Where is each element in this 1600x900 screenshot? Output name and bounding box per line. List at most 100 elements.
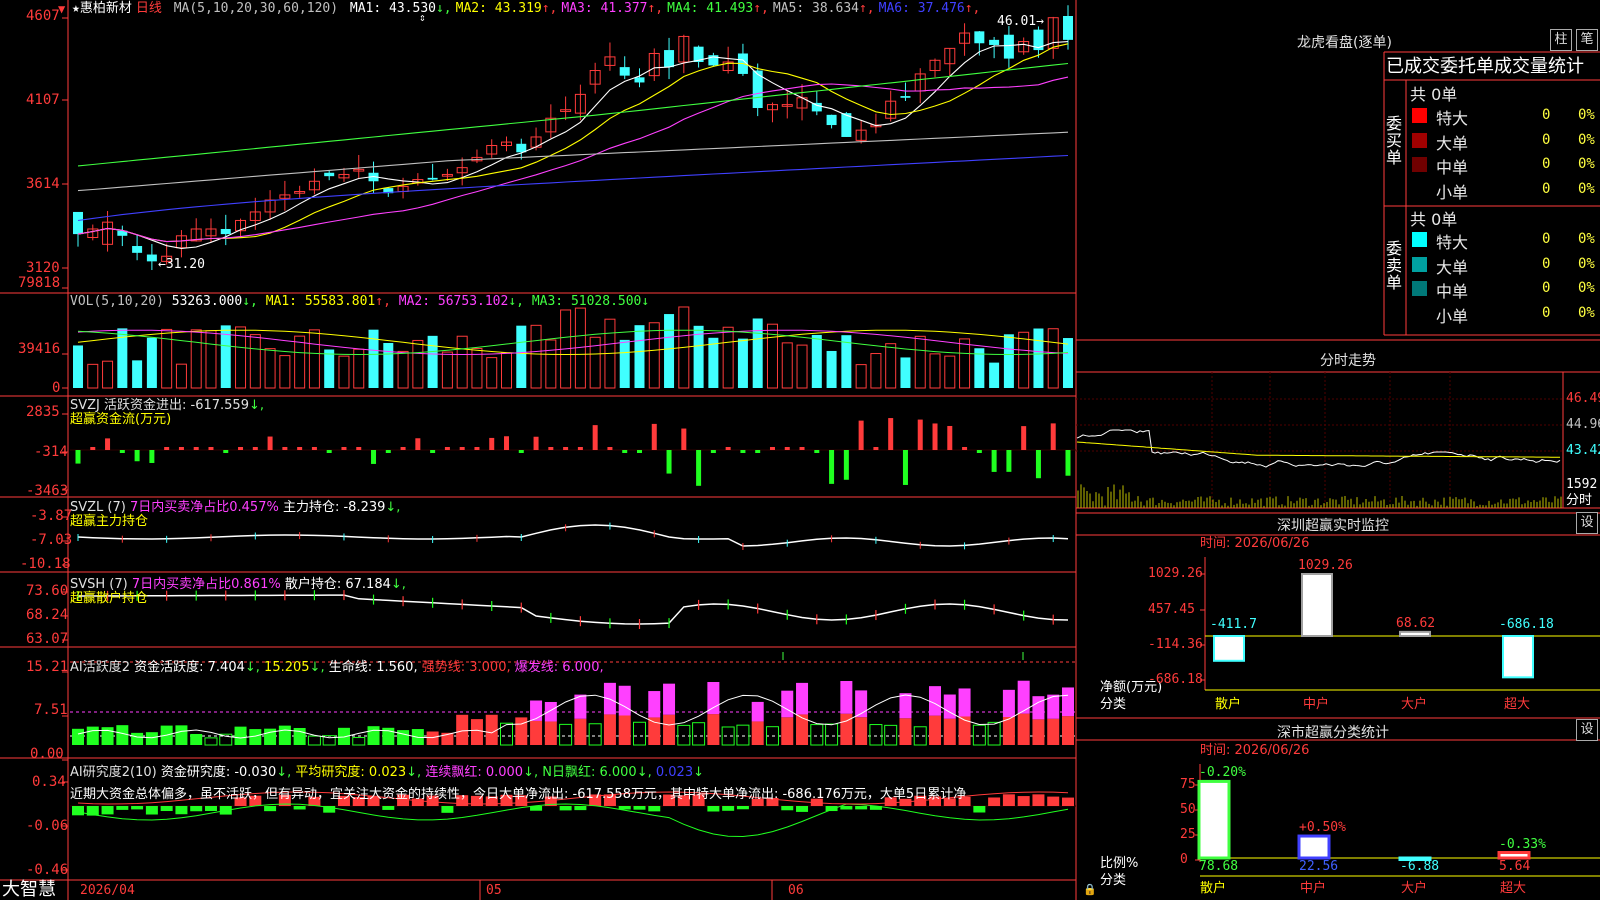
candle-body xyxy=(974,31,985,44)
fund-flow-bar xyxy=(873,447,879,450)
activity-bar-top xyxy=(707,682,720,715)
buy-color-swatch xyxy=(1412,181,1427,197)
szcy-value-label: -411.7 xyxy=(1210,617,1257,632)
activity-bar xyxy=(278,725,291,745)
fund-flow-bar xyxy=(681,428,687,450)
tick-mode-button[interactable]: 笔 xyxy=(1576,29,1598,51)
ma-trend-arrow: ↑, xyxy=(753,1,769,16)
stock-name[interactable]: 惠柏新材 xyxy=(80,1,132,16)
activity-bar xyxy=(456,714,469,745)
fenshi-tick-1: 46.49 xyxy=(1566,391,1600,406)
volume-bar xyxy=(146,337,157,388)
research-bar xyxy=(175,806,188,815)
svzj-subtitle: 超赢资金流(万元) xyxy=(70,412,172,427)
fenshi-title[interactable]: 分时走势 xyxy=(1320,350,1376,370)
bar-mode-button[interactable]: 柱 xyxy=(1550,29,1572,51)
szcy-category-label: 散户 xyxy=(1215,697,1242,712)
activity-bar xyxy=(958,716,971,745)
szcy-category-label: 中户 xyxy=(1303,697,1330,712)
activity-bar xyxy=(943,718,956,745)
fund-flow-bar xyxy=(769,447,775,450)
menu-arrow-icon[interactable]: ▼ xyxy=(58,2,65,16)
fund-flow-bar xyxy=(223,450,229,453)
fund-flow-bar xyxy=(385,450,391,453)
buy-row-pct: 0% xyxy=(1578,156,1595,172)
fund-flow-bar xyxy=(548,447,554,450)
ma-legend: MA1: 43.530↓, MA2: 43.319↑, MA3: 41.377↑, M… xyxy=(346,1,981,16)
fund-flow-bar xyxy=(651,423,657,450)
activity-line xyxy=(77,694,1069,739)
volume-bar xyxy=(264,348,276,389)
volume-bar xyxy=(338,355,350,389)
ma-trend-arrow: ↑, xyxy=(647,1,664,16)
activity-bar xyxy=(869,724,883,746)
lock-icon[interactable]: 🔒 xyxy=(1083,883,1097,896)
activity-bar xyxy=(692,722,706,746)
fund-flow-bar xyxy=(297,447,303,450)
research-bar xyxy=(618,806,631,810)
ma-line-5 xyxy=(77,41,1069,249)
scfl-category-label: 中户 xyxy=(1300,881,1327,896)
volume-bar xyxy=(205,330,217,389)
activity-bar xyxy=(855,717,868,745)
ai2-tick-3: -0.46 xyxy=(26,862,69,878)
activity-bar xyxy=(751,721,764,745)
fund-flow-bar xyxy=(843,450,849,480)
svzl-header: SVZL (7) 7日内买卖净占比0.457% 主力持仓: -8.239↓, xyxy=(70,500,401,515)
szcy-settings-button[interactable]: 设 xyxy=(1576,512,1598,534)
star-icon[interactable]: ★ xyxy=(72,1,80,16)
ma-trend-arrow: ↑, xyxy=(858,1,875,16)
fund-flow-bar xyxy=(799,447,805,450)
fund-flow-bar xyxy=(1065,450,1071,476)
ma-line-120 xyxy=(77,154,1069,222)
cursor-marker-icon: ⇕ xyxy=(419,11,426,24)
activity-bar-top xyxy=(751,701,764,722)
volume-bar xyxy=(648,322,660,389)
scfl-time: 时间: 2026/06/26 xyxy=(1200,743,1310,758)
szcy-y-tick: 457.45 xyxy=(1148,602,1195,617)
volume-bar xyxy=(989,362,1000,388)
candle-body xyxy=(900,96,911,98)
ma-line-30 xyxy=(77,62,1069,167)
svsh-tick-3: 63.07 xyxy=(26,631,69,647)
activity-bar xyxy=(618,715,631,745)
research-bar xyxy=(825,806,838,812)
buy-row-name: 大单 xyxy=(1436,133,1469,153)
sell-row-count: 0 xyxy=(1542,255,1551,272)
szcy-value-label: -686.18 xyxy=(1499,617,1554,632)
buy-row-count: 0 xyxy=(1542,180,1551,197)
fund-flow-bar xyxy=(75,450,81,464)
scfl-value-label: 22.56 xyxy=(1299,859,1339,874)
activity-bar xyxy=(588,723,602,746)
fund-flow-bar xyxy=(134,450,140,462)
price-tick-4: 3120 xyxy=(26,260,60,276)
fund-flow-bar xyxy=(902,450,908,485)
vol-tick-3: 0 xyxy=(52,380,61,396)
fund-flow-bar xyxy=(504,436,510,450)
svzl-line xyxy=(77,524,1069,547)
activity-bar-top xyxy=(663,683,676,715)
research-bar xyxy=(559,806,572,811)
szcy-cat-label: 分类 xyxy=(1100,697,1127,712)
fund-flow-bar xyxy=(311,447,317,450)
fund-flow-bar xyxy=(252,447,258,450)
volume-bar xyxy=(870,353,882,389)
sell-color-swatch xyxy=(1412,305,1427,321)
vol-tick-1: 79818 xyxy=(18,275,61,291)
buy-row-name: 特大 xyxy=(1436,109,1469,128)
ma-legend-item: MA2: 43.319 xyxy=(455,1,542,16)
activity-bar xyxy=(101,727,114,745)
period-label[interactable]: 日线 xyxy=(136,1,162,16)
volume-bar xyxy=(855,364,867,389)
activity-bar xyxy=(603,714,616,745)
activity-bar xyxy=(929,715,942,745)
fund-flow-bar xyxy=(533,436,539,450)
volume-bar xyxy=(441,351,453,389)
volume-bar xyxy=(929,353,941,389)
fund-flow-bar xyxy=(814,450,820,453)
fund-flow-bar xyxy=(267,436,273,450)
activity-bar xyxy=(884,724,898,746)
scfl-settings-button[interactable]: 设 xyxy=(1576,719,1598,741)
date-label-1: 2026/04 xyxy=(80,883,135,898)
sell-row-count: 0 xyxy=(1542,304,1551,321)
